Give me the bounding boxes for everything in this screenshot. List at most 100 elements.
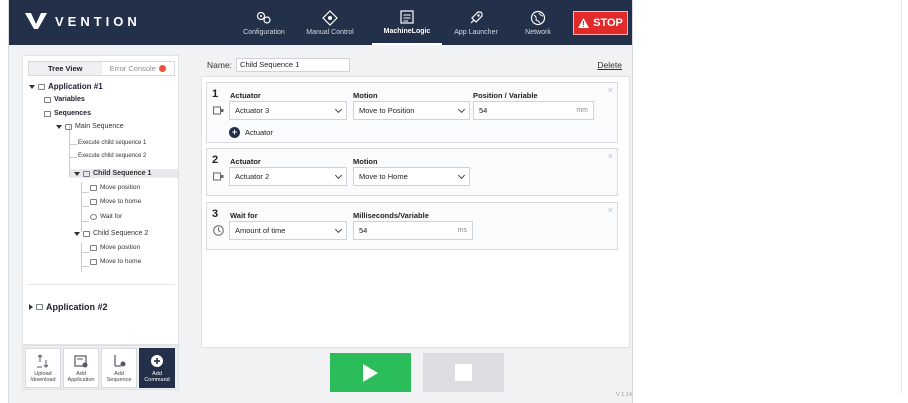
tree-app-2[interactable]: Application #2	[29, 302, 108, 312]
brand-logo: VENTION	[25, 13, 141, 29]
milliseconds-header: Milliseconds/Variable	[353, 211, 429, 220]
chevron-down-icon	[334, 225, 343, 233]
gears-icon	[256, 11, 271, 24]
tree-connector	[81, 182, 82, 232]
nav-label: MachineLogic	[383, 27, 431, 35]
tab-error-console[interactable]: Error Console	[101, 62, 174, 75]
upload-download-icon	[37, 353, 49, 368]
vention-logo-icon	[25, 13, 47, 29]
nav-network[interactable]: Network	[503, 0, 573, 45]
position-input[interactable]: 54 mm	[473, 101, 594, 120]
tree-label: Application #2	[46, 302, 108, 312]
chevron-down-icon	[334, 171, 343, 179]
motion-header: Motion	[353, 157, 378, 166]
tree-label: Variables	[54, 96, 85, 103]
play-icon	[363, 363, 378, 382]
tree-c1-move-position[interactable]: Move position	[90, 184, 140, 191]
select-value: Move to Home	[359, 172, 408, 181]
tree-label: Child Sequence 2	[93, 230, 149, 237]
tree-c1-wait-for[interactable]: Wait for	[90, 213, 122, 220]
close-icon[interactable]: ×	[608, 205, 613, 215]
actuator-select[interactable]: Actuator 3	[229, 101, 347, 120]
tree-toolbar: Upload /download Add Application Add Seq…	[22, 345, 179, 390]
tree-divider	[28, 284, 175, 285]
milliseconds-input[interactable]: 54 ms	[353, 221, 473, 240]
upload-download-button[interactable]: Upload /download	[25, 348, 61, 388]
globe-icon	[530, 10, 546, 25]
step-card-1: 1 Actuator Motion Position / Variable Ac…	[206, 82, 618, 143]
tree-c2-move-position[interactable]: Move position	[90, 244, 140, 251]
tree-exec-child-2[interactable]: Execute child sequence 2	[78, 153, 146, 159]
actuator-header: Actuator	[230, 91, 261, 100]
caret-down-icon	[56, 124, 62, 129]
nav-configuration[interactable]: Configuration	[229, 0, 299, 45]
sequence-editor: 1 Actuator Motion Position / Variable Ac…	[201, 76, 630, 348]
caret-down-icon	[29, 84, 35, 89]
actuator-icon	[213, 106, 224, 115]
chevron-down-icon	[334, 105, 343, 113]
tree-connector	[69, 157, 77, 158]
tree-connector	[81, 206, 89, 207]
joystick-icon	[322, 9, 338, 26]
toolbar-label: Add Sequence	[106, 370, 132, 383]
tree-variables[interactable]: Variables	[44, 96, 85, 103]
tree-child-sequence-1[interactable]: Child Sequence 1	[70, 169, 178, 178]
tree-label: Move position	[100, 184, 141, 191]
caret-right-icon	[29, 304, 33, 310]
tree-c2-move-home[interactable]: Move to home	[90, 258, 141, 265]
plus-icon: +	[229, 127, 240, 138]
app-frame: VENTION Configuration Manual Control Mac…	[8, 0, 633, 403]
play-button[interactable]	[330, 353, 411, 392]
motion-select[interactable]: Move to Position	[353, 101, 470, 120]
clock-icon	[90, 213, 97, 220]
select-value: Amount of time	[235, 226, 286, 235]
close-icon[interactable]: ×	[608, 151, 613, 161]
nav-machinelogic[interactable]: MachineLogic	[372, 0, 442, 45]
tab-label: Error Console	[109, 64, 156, 73]
tab-tree-view[interactable]: Tree View	[29, 62, 102, 75]
sequences-icon	[44, 110, 51, 117]
nav-manual-control[interactable]: Manual Control	[295, 0, 365, 45]
close-icon[interactable]: ×	[608, 85, 613, 95]
select-value: Actuator 3	[235, 106, 270, 115]
motion-header: Motion	[353, 91, 378, 100]
tree-exec-child-1[interactable]: Execute child sequence 1	[78, 140, 146, 146]
unit-label: mm	[576, 107, 588, 114]
tree-app-1[interactable]: Application #1	[29, 82, 103, 91]
add-command-button[interactable]: Add Command	[139, 348, 175, 388]
sequence-name-input[interactable]: Child Sequence 1	[236, 57, 351, 72]
tree-child-sequence-2[interactable]: Child Sequence 2	[74, 230, 148, 237]
input-value: 54	[479, 106, 488, 115]
tree-c1-move-home[interactable]: Move to home	[90, 198, 141, 205]
tab-label: Tree View	[48, 64, 83, 73]
tree-sequences[interactable]: Sequences	[44, 110, 91, 117]
stop-sequence-button[interactable]	[423, 353, 504, 392]
add-sequence-button[interactable]: Add Sequence	[101, 348, 137, 388]
actuator-icon	[213, 172, 224, 181]
add-application-icon	[74, 354, 88, 367]
nav-app-launcher[interactable]: App Launcher	[441, 0, 511, 45]
sequence-icon	[83, 170, 90, 177]
actuator-icon	[90, 258, 97, 265]
tree-label: Sequences	[54, 110, 91, 117]
delete-link[interactable]: Delete	[597, 60, 622, 70]
add-application-button[interactable]: Add Application	[63, 348, 99, 388]
sequence-name-bar: Name: Child Sequence 1 Delete	[201, 55, 630, 74]
tree-main-sequence[interactable]: Main Sequence	[56, 123, 124, 130]
motion-select[interactable]: Move to Home	[353, 167, 470, 186]
tree-connector	[81, 221, 89, 222]
add-sequence-icon	[114, 354, 126, 367]
name-value: Child Sequence 1	[240, 60, 300, 69]
sequence-icon	[83, 230, 90, 237]
wait-type-select[interactable]: Amount of time	[229, 221, 347, 240]
chevron-down-icon	[457, 105, 466, 113]
blank-margin	[633, 0, 908, 403]
tree-label: Execute child sequence 1	[78, 140, 147, 146]
tree-label: Move to home	[100, 198, 142, 205]
version-label: V 1.14	[616, 392, 632, 398]
actuator-select[interactable]: Actuator 2	[229, 167, 347, 186]
margin-edge	[901, 0, 902, 393]
stop-button[interactable]: STOP	[573, 11, 628, 35]
clock-icon	[213, 225, 224, 236]
add-actuator-button[interactable]: + Actuator	[229, 127, 273, 138]
